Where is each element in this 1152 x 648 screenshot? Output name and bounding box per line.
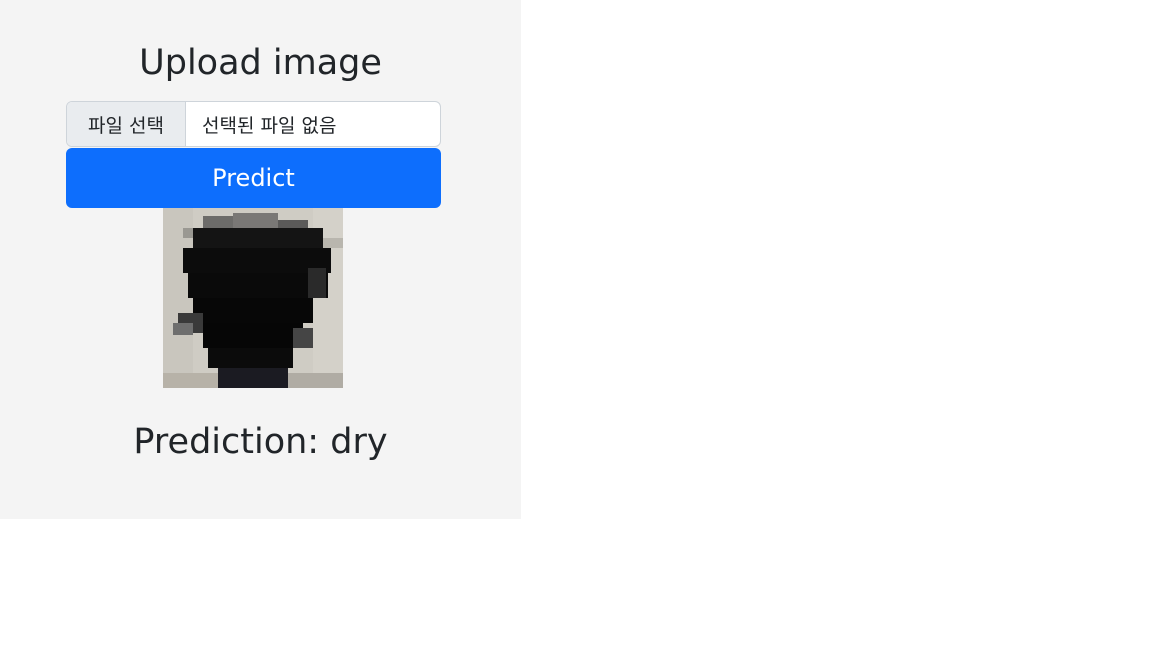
choose-file-button[interactable]: 파일 선택 xyxy=(67,102,186,146)
prediction-value: dry xyxy=(330,422,388,462)
prediction-result: Prediction: dry xyxy=(0,419,521,465)
upload-panel: Upload image 파일 선택 선택된 파일 없음 Predict Pre… xyxy=(0,0,521,519)
predict-button[interactable]: Predict xyxy=(66,148,441,208)
file-input[interactable]: 파일 선택 선택된 파일 없음 xyxy=(66,101,441,147)
file-status-text: 선택된 파일 없음 xyxy=(202,114,337,137)
uploaded-image xyxy=(163,208,343,388)
prediction-label: Prediction: xyxy=(133,422,320,462)
page-title: Upload image xyxy=(139,43,382,83)
scalp-photo-pixelated xyxy=(163,208,343,388)
